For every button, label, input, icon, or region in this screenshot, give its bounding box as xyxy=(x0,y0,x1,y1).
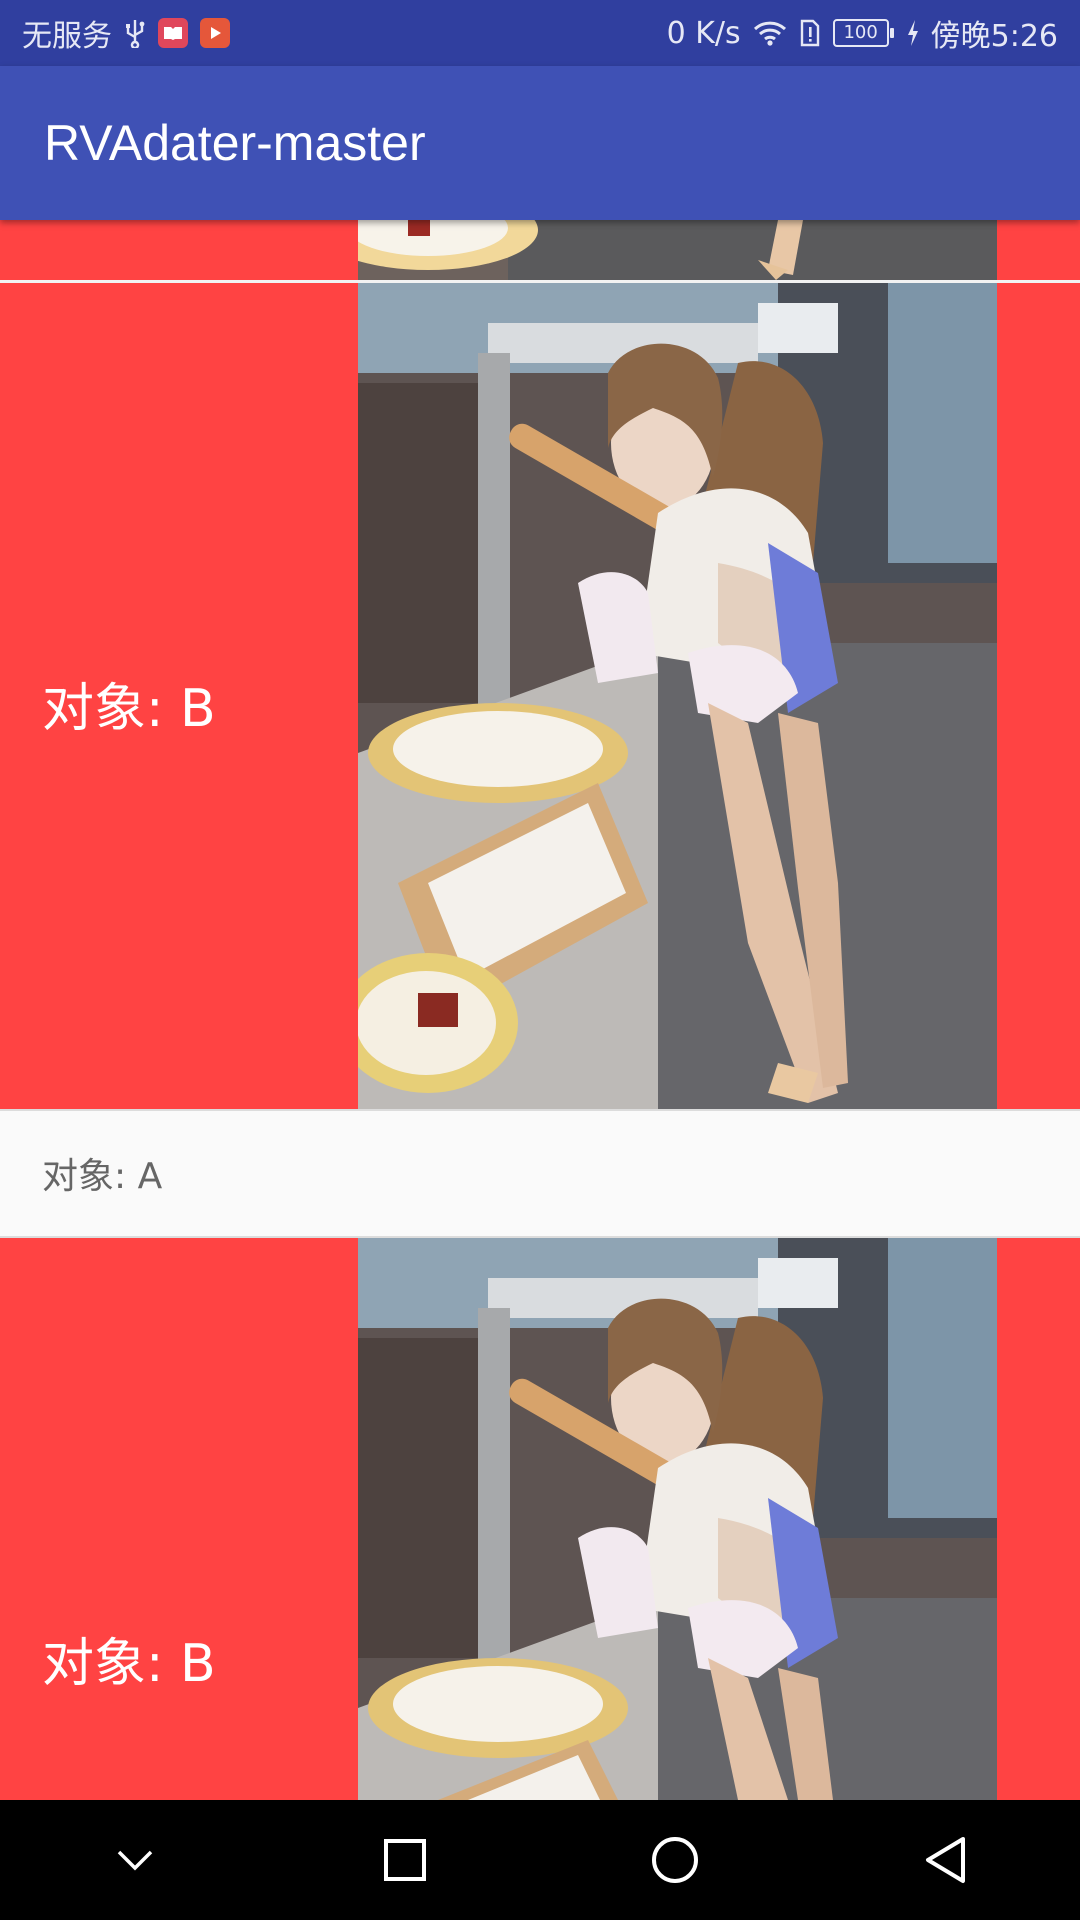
charging-icon xyxy=(907,20,919,46)
list-item-b-partial[interactable] xyxy=(0,220,1080,280)
photo-image xyxy=(358,283,997,1109)
net-speed-text: 0 K/s xyxy=(666,15,741,51)
battery-icon: 100 xyxy=(832,19,894,47)
item-label: 对象: A xyxy=(42,1156,163,1197)
list-item-b[interactable]: 对象: B xyxy=(0,1238,1080,1800)
app-title: RVAdater-master xyxy=(44,115,426,171)
video-app-icon xyxy=(200,18,230,48)
status-right: 0 K/s 100 傍晚5:26 xyxy=(667,11,1058,55)
app-bar: RVAdater-master xyxy=(0,66,1080,220)
usb-icon xyxy=(124,18,146,48)
recents-square-icon[interactable] xyxy=(360,1815,450,1905)
wifi-icon xyxy=(753,19,787,47)
status-bar: 无服务 0 K/s 100 傍晚5:26 xyxy=(0,0,1080,66)
status-left: 无服务 xyxy=(22,11,230,55)
battery-level: 100 xyxy=(843,22,878,43)
list-item-a[interactable]: 对象: A xyxy=(0,1109,1080,1238)
chevron-down-icon[interactable] xyxy=(90,1815,180,1905)
home-circle-icon[interactable] xyxy=(630,1815,720,1905)
time-text: 傍晚5:26 xyxy=(930,19,1058,54)
sim-alert-icon xyxy=(799,18,821,48)
item-label: 对象: B xyxy=(42,679,216,739)
item-label: 对象: B xyxy=(42,1634,216,1694)
photo-image xyxy=(358,1238,997,1800)
photo-image xyxy=(358,220,997,280)
back-triangle-icon[interactable] xyxy=(900,1815,990,1905)
recycler-list[interactable]: 对象: B 对象: A 对象: B xyxy=(0,220,1080,1800)
book-app-icon xyxy=(158,18,188,48)
list-item-b[interactable]: 对象: B xyxy=(0,283,1080,1109)
navigation-bar xyxy=(0,1800,1080,1920)
carrier-text: 无服务 xyxy=(22,19,112,54)
